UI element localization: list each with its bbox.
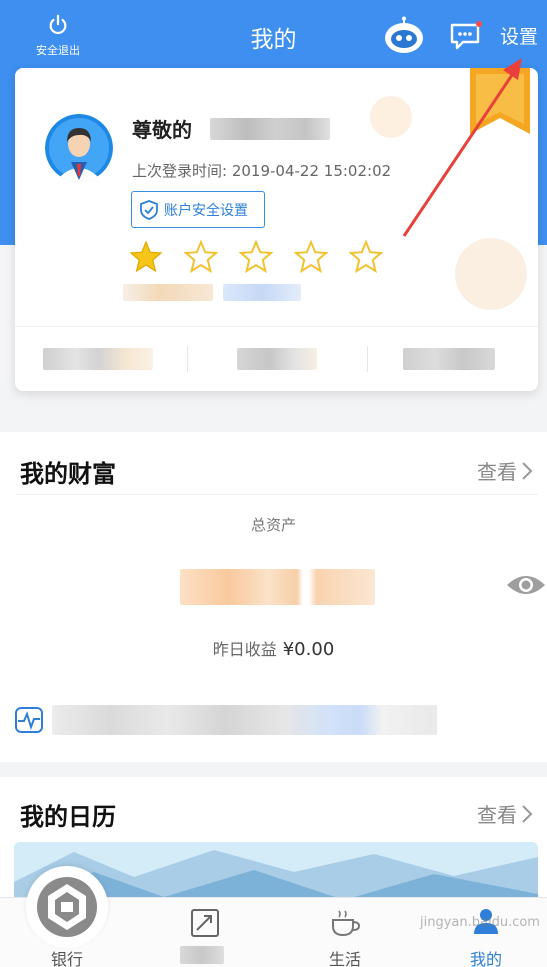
star-empty-icon xyxy=(239,240,273,274)
account-security-label: 账户安全设置 xyxy=(164,202,248,219)
masked-user-name xyxy=(210,118,330,140)
star-empty-icon xyxy=(184,240,218,274)
decoration-circle xyxy=(455,238,527,310)
yesterday-income-label: 昨日收益 xyxy=(212,640,277,659)
divider xyxy=(367,346,368,372)
chevron-right-icon xyxy=(522,461,533,480)
last-login-time: 上次登录时间: 2019-04-22 15:02:02 xyxy=(132,160,391,181)
coffee-icon xyxy=(332,910,361,937)
decoration-circle xyxy=(370,96,412,138)
robot-assistant-icon[interactable] xyxy=(382,16,426,56)
account-security-button[interactable]: 账户安全设置 xyxy=(131,191,265,228)
wealth-title: 我的财富 xyxy=(20,460,116,488)
last-login-label: 上次登录时间: xyxy=(132,162,228,180)
tab-mine-label: 我的 xyxy=(469,950,502,967)
settings-button[interactable]: 设置 xyxy=(500,22,538,49)
tab-bank-label: 银行 xyxy=(50,950,83,967)
masked-stat[interactable] xyxy=(237,348,317,370)
masked-info xyxy=(123,284,213,301)
masked-info xyxy=(223,284,301,301)
masked-stat[interactable] xyxy=(403,348,495,370)
yesterday-income: 昨日收益 ¥0.00 xyxy=(0,636,547,660)
divider xyxy=(15,326,538,327)
profile-card: 尊敬的 上次登录时间: 2019-04-22 15:02:02 账户安全设置 xyxy=(15,68,538,391)
tab-mine[interactable]: 我的 xyxy=(441,898,531,967)
yesterday-income-value: ¥0.00 xyxy=(282,639,335,660)
message-icon[interactable] xyxy=(449,20,483,52)
tab-life-label: 生活 xyxy=(328,950,361,967)
avatar[interactable] xyxy=(45,114,113,182)
wealth-view-link[interactable]: 查看 xyxy=(477,456,533,485)
bank-logo-icon xyxy=(37,877,97,937)
star-empty-icon xyxy=(294,240,328,274)
last-login-value: 2019-04-22 15:02:02 xyxy=(231,162,392,180)
eye-icon[interactable] xyxy=(505,571,547,599)
tab-life[interactable]: 生活 xyxy=(300,898,390,967)
star-filled-icon xyxy=(129,240,163,273)
star-empty-icon xyxy=(349,240,383,274)
masked-product-info[interactable] xyxy=(52,705,437,735)
masked-tab-label xyxy=(180,946,224,964)
wealth-section: 我的财富 查看 总资产 昨日收益 ¥0.00 xyxy=(0,432,547,762)
calendar-title: 我的日历 xyxy=(20,803,116,831)
user-name: 尊敬的 xyxy=(132,118,192,142)
total-assets-label: 总资产 xyxy=(250,516,296,534)
masked-stat[interactable] xyxy=(43,348,153,370)
calendar-view-link[interactable]: 查看 xyxy=(477,799,533,828)
trend-icon xyxy=(191,909,219,937)
pulse-chart-icon xyxy=(15,707,43,733)
bank-logo-button[interactable] xyxy=(26,866,108,948)
star-rating xyxy=(129,240,383,274)
divider xyxy=(187,346,188,372)
divider xyxy=(16,494,538,495)
member-level-ribbon xyxy=(470,68,530,134)
tab-trend[interactable] xyxy=(160,898,250,967)
chevron-right-icon xyxy=(522,804,533,823)
top-bar: 安全退出 我的 设置 xyxy=(0,0,547,70)
watermark: jingyan.baidu.com xyxy=(420,915,540,930)
shield-check-icon xyxy=(140,199,158,220)
masked-total-assets xyxy=(180,569,375,605)
calendar-view-label: 查看 xyxy=(477,803,517,827)
wealth-view-label: 查看 xyxy=(477,460,517,484)
